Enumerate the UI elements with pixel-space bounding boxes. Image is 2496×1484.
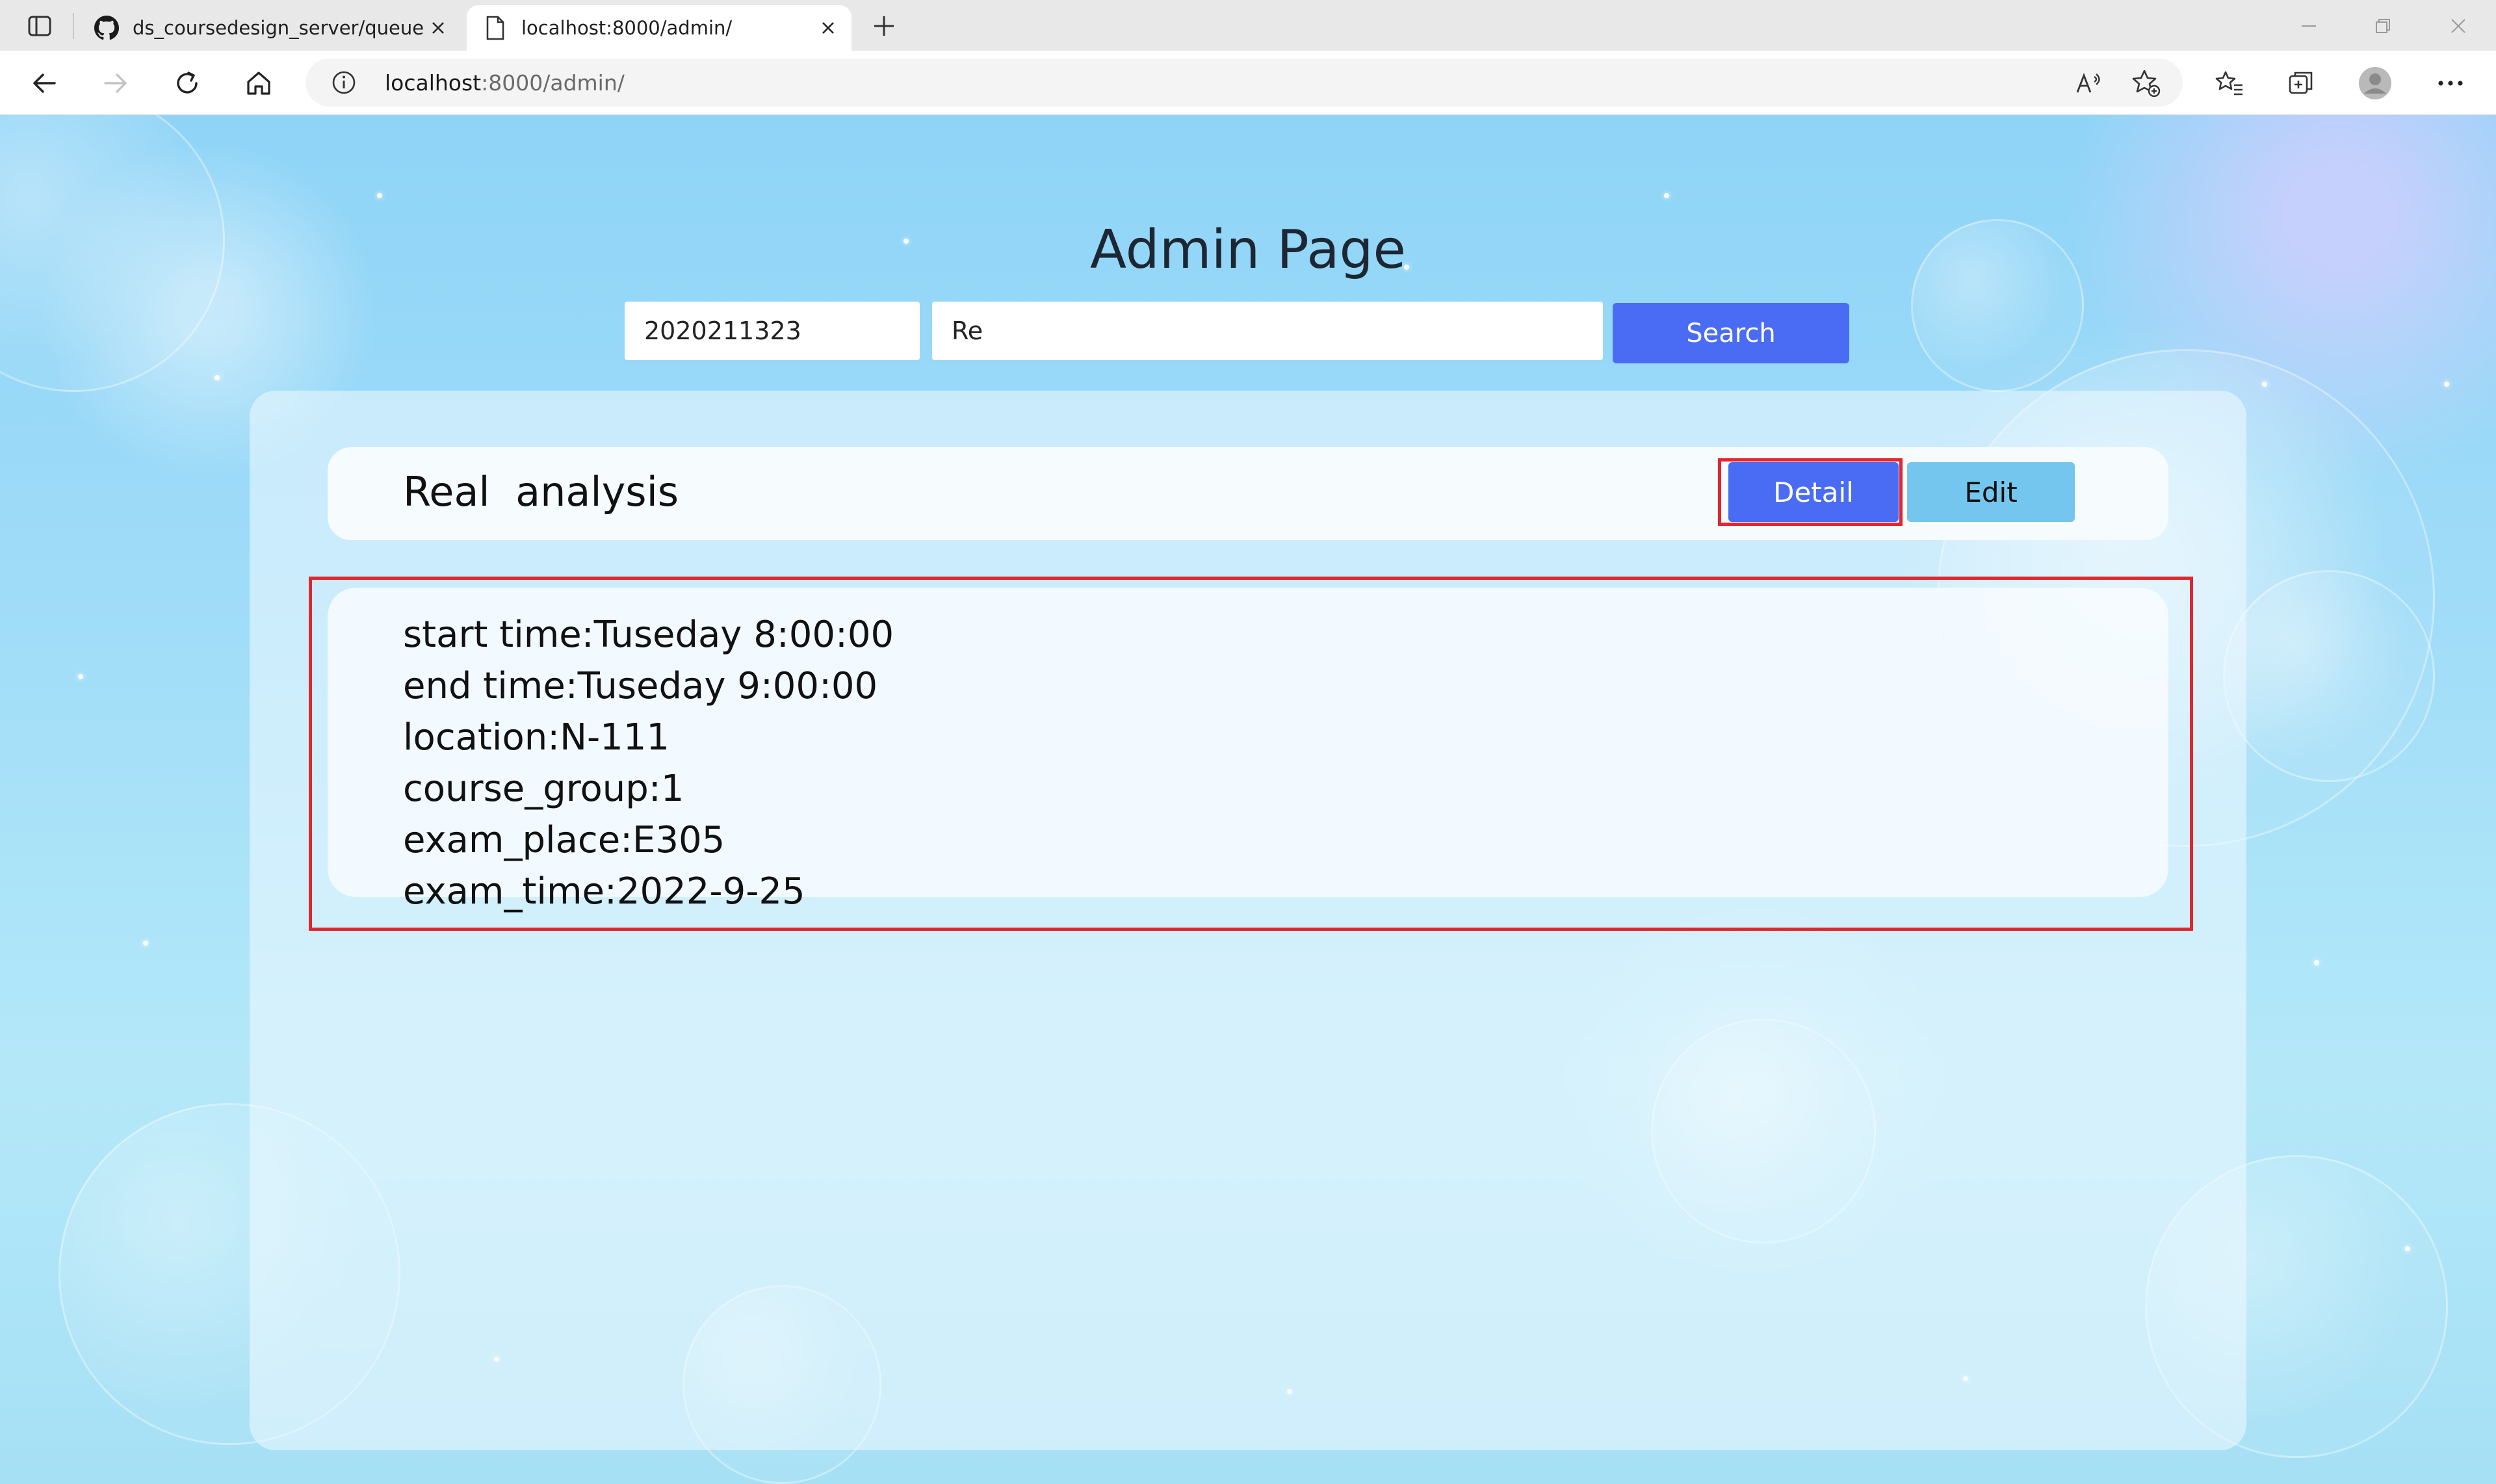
url-path: :8000/admin/ bbox=[481, 70, 625, 96]
github-icon bbox=[92, 14, 121, 42]
tab-strip: ds_coursedesign_server/queue.p localhost… bbox=[0, 0, 2496, 51]
close-window-icon[interactable] bbox=[2441, 9, 2475, 43]
tab-admin[interactable]: localhost:8000/admin/ bbox=[467, 5, 852, 51]
profile-avatar-icon[interactable] bbox=[2357, 65, 2393, 101]
sparkle bbox=[2444, 382, 2449, 387]
course-name: Real analysis bbox=[403, 468, 679, 515]
sparkle bbox=[2314, 960, 2319, 965]
detail-course-group: course_group:1 bbox=[403, 768, 684, 810]
browser-toolbar: localhost:8000/admin/ bbox=[0, 51, 2496, 116]
background-bubble bbox=[2223, 570, 2435, 782]
sparkle bbox=[2262, 382, 2267, 387]
tab-actions-menu-icon[interactable] bbox=[25, 13, 55, 39]
detail-exam-time: exam_time:2022-9-25 bbox=[403, 870, 805, 913]
sparkle bbox=[143, 941, 148, 946]
url-host: localhost bbox=[385, 70, 482, 96]
detail-location: location:N-111 bbox=[403, 716, 670, 759]
restore-icon[interactable] bbox=[2366, 9, 2400, 43]
sparkle bbox=[1664, 193, 1669, 198]
page-icon bbox=[481, 14, 510, 42]
url-text[interactable]: localhost:8000/admin/ bbox=[385, 70, 625, 96]
detail-exam-place: exam_place:E305 bbox=[403, 819, 725, 861]
page-title: Admin Page bbox=[1090, 219, 1406, 281]
tab-divider bbox=[73, 13, 74, 39]
minimize-icon[interactable] bbox=[2292, 9, 2326, 43]
student-id-input[interactable]: 2020211323 bbox=[625, 302, 920, 360]
tab-title: localhost:8000/admin/ bbox=[521, 17, 733, 39]
sparkle bbox=[2405, 1246, 2410, 1251]
address-bar[interactable]: localhost:8000/admin/ bbox=[306, 59, 2183, 107]
page-viewport: Admin Page 2020211323 Re Search Real ana… bbox=[0, 115, 2496, 1484]
sparkle bbox=[78, 674, 83, 679]
detail-start-time: start time:Tuseday 8:00:00 bbox=[403, 614, 894, 656]
close-tab-icon[interactable] bbox=[814, 14, 842, 42]
search-button[interactable]: Search bbox=[1613, 303, 1849, 363]
site-info-icon[interactable] bbox=[330, 69, 358, 96]
sparkle bbox=[377, 193, 382, 198]
add-favorite-icon[interactable] bbox=[2128, 65, 2164, 101]
collections-icon[interactable] bbox=[2283, 65, 2319, 101]
favorites-icon[interactable] bbox=[2211, 65, 2248, 101]
more-menu-icon[interactable] bbox=[2432, 65, 2469, 101]
course-search-input[interactable]: Re bbox=[932, 302, 1603, 360]
read-aloud-icon[interactable] bbox=[2071, 65, 2107, 101]
tab-title: ds_coursedesign_server/queue.p bbox=[133, 17, 424, 39]
home-icon[interactable] bbox=[240, 65, 277, 101]
forward-arrow-icon[interactable] bbox=[98, 65, 134, 101]
detail-button[interactable]: Detail bbox=[1728, 462, 1899, 522]
sparkle bbox=[214, 375, 220, 380]
new-tab-plus-icon[interactable] bbox=[868, 10, 900, 42]
edit-button[interactable]: Edit bbox=[1907, 462, 2075, 522]
close-tab-icon[interactable] bbox=[424, 14, 452, 42]
detail-end-time: end time:Tuseday 9:00:00 bbox=[403, 665, 878, 707]
back-arrow-icon[interactable] bbox=[26, 65, 62, 101]
tab-github[interactable]: ds_coursedesign_server/queue.p bbox=[78, 5, 462, 51]
refresh-icon[interactable] bbox=[169, 65, 205, 101]
course-detail-list: start time:Tuseday 8:00:00 end time:Tuse… bbox=[403, 609, 894, 917]
